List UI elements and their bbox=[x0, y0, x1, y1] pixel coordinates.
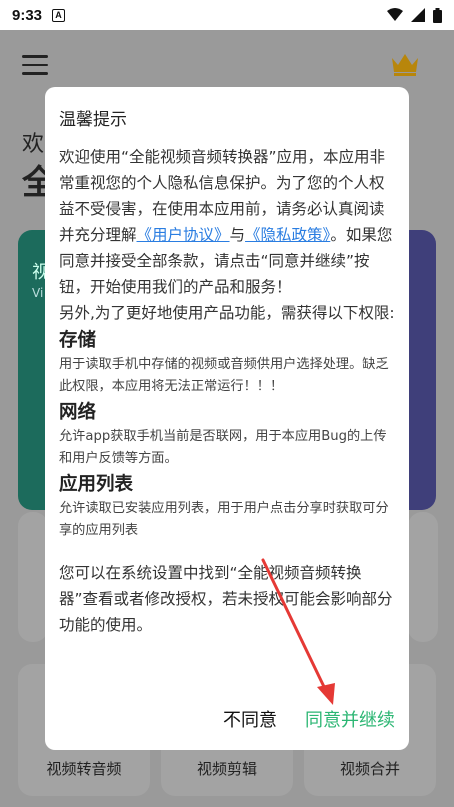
and-text: 与 bbox=[229, 226, 246, 244]
app-notification-icon: A bbox=[52, 8, 66, 22]
permission-applist-title: 应用列表 bbox=[59, 474, 134, 495]
permission-network-title: 网络 bbox=[59, 402, 97, 423]
status-bar: 9:33 A bbox=[0, 0, 454, 30]
greeting-text: 欢 bbox=[22, 132, 45, 157]
tile-left-mid[interactable] bbox=[18, 512, 48, 642]
permission-network-desc: 允许app获取手机当前是否联网，用于本应用Bug的上传和用户反馈等方面。 bbox=[59, 429, 387, 466]
tile-right-mid[interactable] bbox=[408, 512, 438, 642]
user-agreement-link[interactable]: 《用户协议》 bbox=[137, 226, 230, 244]
privacy-policy-link[interactable]: 《隐私政策》 bbox=[245, 226, 330, 244]
tile-label-video-to-audio: 视频转音频 bbox=[46, 760, 122, 778]
tile-label-video-edit: 视频剪辑 bbox=[196, 760, 257, 778]
dialog-intro: 欢迎使用“全能视频音频转换器”应用，本应用非常重视您的个人隐私信息保护。为了您的… bbox=[59, 144, 395, 300]
privacy-dialog: 温馨提示 欢迎使用“全能视频音频转换器”应用，本应用非常重视您的个人隐私信息保护… bbox=[45, 87, 409, 750]
wifi-icon bbox=[387, 8, 403, 21]
signal-icon bbox=[411, 8, 425, 22]
permission-storage-title: 存储 bbox=[59, 330, 97, 351]
dialog-title: 温馨提示 bbox=[59, 110, 127, 130]
permission-applist-desc: 允许读取已安装应用列表，用于用户点击分享时获取可分享的应用列表 bbox=[59, 501, 389, 538]
dialog-extra: 另外,为了更好地使用产品功能，需获得以下权限: bbox=[59, 304, 395, 322]
permission-storage-desc: 用于读取手机中存储的视频或音频供用户选择处理。缺乏此权限，本应用将无法正常运行！… bbox=[59, 357, 389, 394]
status-time: 9:33 bbox=[12, 6, 43, 24]
battery-icon bbox=[433, 7, 442, 23]
menu-icon[interactable] bbox=[22, 55, 48, 75]
tile-label-video-merge: 视频合并 bbox=[339, 760, 400, 778]
dialog-actions: 不同意 同意并继续 bbox=[45, 702, 409, 736]
crown-icon[interactable] bbox=[390, 50, 420, 78]
red-arrow-annotation bbox=[261, 558, 335, 705]
